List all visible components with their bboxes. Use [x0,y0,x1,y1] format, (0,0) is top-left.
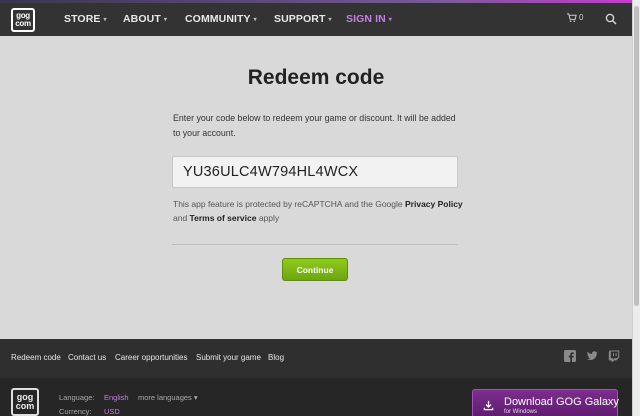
galaxy-button-label: Download GOG Galaxy [504,396,619,408]
logo-line2: com [15,19,31,28]
nav-store[interactable]: STORE ▾ [64,13,107,25]
footer-link-blog[interactable]: Blog [268,353,284,362]
chevron-down-icon: ▾ [193,393,198,402]
recaptcha-text: This app feature is protected by reCAPTC… [173,199,405,209]
chevron-down-icon: ▾ [253,16,257,23]
more-languages-link[interactable]: more languages ▾ [138,393,198,402]
currency-label: Currency: [59,407,92,416]
scrollbar-thumb[interactable] [634,6,639,306]
currency-selector[interactable]: USD [104,407,120,416]
language-label: Language: [59,393,95,402]
nav-sign-in-label: SIGN IN [346,13,386,25]
chevron-down-icon: ▾ [328,16,332,23]
footer-link-redeem-code[interactable]: Redeem code [11,353,61,362]
code-input[interactable] [172,156,458,188]
terms-of-service-link[interactable]: Terms of service [190,213,257,223]
footer-link-contact-us[interactable]: Contact us [68,353,106,362]
top-navbar: gog com STORE ▾ ABOUT ▾ COMMUNITY ▾ SUPP… [0,3,632,36]
gog-logo[interactable]: gog com [11,8,35,32]
redeem-description: Enter your code below to redeem your gam… [173,113,456,138]
chevron-down-icon: ▾ [388,16,392,23]
nav-support[interactable]: SUPPORT ▾ [274,13,332,25]
nav-store-label: STORE [64,13,101,25]
privacy-policy-link[interactable]: Privacy Policy [405,199,463,209]
footer-gog-logo[interactable]: gog com [11,388,39,416]
language-selector[interactable]: English [104,393,129,402]
nav-community[interactable]: COMMUNITY ▾ [185,13,257,25]
footer-logo-line2: com [15,401,35,411]
divider [172,244,458,245]
cart-button[interactable]: 0 [566,12,583,23]
facebook-icon[interactable] [564,350,576,362]
galaxy-button-sublabel: for Windows [504,409,538,415]
nav-about[interactable]: ABOUT ▾ [123,13,167,25]
nav-sign-in[interactable]: SIGN IN ▾ [346,13,392,25]
search-button[interactable] [605,12,617,30]
cart-count: 0 [579,13,584,22]
footer-link-submit-game[interactable]: Submit your game [196,353,261,362]
recaptcha-notice: This app feature is protected by reCAPTC… [173,197,463,225]
nav-community-label: COMMUNITY [185,13,251,25]
nav-about-label: ABOUT [123,13,161,25]
continue-button[interactable]: Continue [282,258,348,281]
search-icon [605,13,617,25]
twitter-icon[interactable] [586,350,598,362]
and-text: and [173,213,190,223]
download-galaxy-button[interactable]: Download GOG Galaxy for Windows [472,389,619,416]
apply-text: apply [256,213,280,223]
chevron-down-icon: ▾ [163,16,167,23]
download-icon [483,400,494,411]
footer-link-careers[interactable]: Career opportunities [115,353,187,362]
cart-icon [566,13,577,22]
nav-support-label: SUPPORT [274,13,326,25]
more-languages-label: more languages [138,393,192,402]
page-title: Redeem code [247,66,385,89]
chevron-down-icon: ▾ [103,16,107,23]
twitch-icon[interactable] [608,350,620,362]
